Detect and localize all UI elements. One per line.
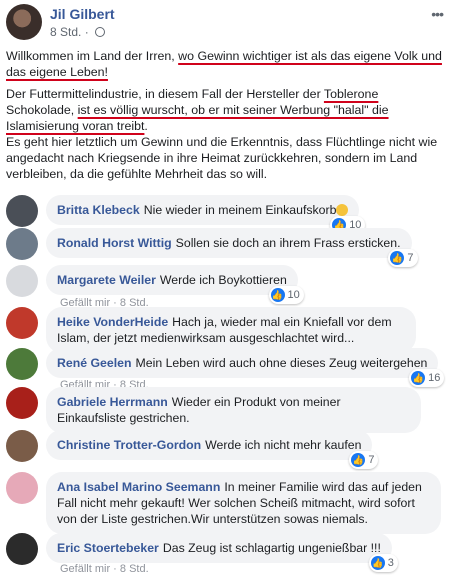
post-time[interactable]: 8 Std. xyxy=(50,25,81,39)
avatar[interactable] xyxy=(6,195,38,227)
thumbs-up-icon: 👍 xyxy=(390,251,405,265)
comment-bubble: Heike VonderHeide Hach ja, wieder mal ein… xyxy=(46,307,416,353)
post-paragraph-1: Willkommen im Land der Irren, wo Gewinn … xyxy=(6,49,442,79)
comment-bubble: Ana Isabel Marino Seemann In meiner Famil… xyxy=(46,472,441,534)
post-body: Willkommen im Land der Irren, wo Gewinn … xyxy=(6,48,446,182)
comment-text: Nie wieder in meinem Einkaufskorb xyxy=(143,203,337,217)
comment-author[interactable]: Ronald Horst Wittig xyxy=(57,236,172,250)
comment-text: Das Zeug ist schlagartig ungenießbar !!! xyxy=(162,541,381,555)
comment-bubble: Gabriele Herrmann Wieder ein Produkt von … xyxy=(46,387,421,433)
comment-author[interactable]: Britta Klebeck xyxy=(57,203,140,217)
avatar[interactable] xyxy=(6,533,38,565)
avatar[interactable] xyxy=(6,307,38,339)
comment-text: Werde ich nicht mehr kaufen xyxy=(205,438,362,452)
comment-bubble: Britta Klebeck Nie wieder in meinem Einka… xyxy=(46,195,366,234)
thumbs-up-icon: 👍 xyxy=(370,556,385,570)
comment-author[interactable]: Christine Trotter-Gordon xyxy=(57,438,201,452)
author-avatar[interactable] xyxy=(6,4,42,40)
reaction-count[interactable]: 👍 3 xyxy=(368,554,398,572)
thumbs-up-icon: 👍 xyxy=(411,371,426,385)
post-author[interactable]: Jil Gilbert xyxy=(50,6,115,22)
comment-author[interactable]: Eric Stoertebeker xyxy=(57,541,159,555)
comment-author[interactable]: Gabriele Herrmann xyxy=(57,395,168,409)
thumbs-up-icon: 👍 xyxy=(351,453,366,467)
avatar[interactable] xyxy=(6,265,38,297)
more-icon[interactable]: ••• xyxy=(431,6,444,22)
underlined-text: Toblerone xyxy=(323,87,379,101)
comment-bubble: René Geelen Mein Leben wird auch ohne die… xyxy=(46,348,445,387)
comment-author[interactable]: Heike VonderHeide xyxy=(57,315,168,329)
post-header: Jil Gilbert 8 Std. · ••• xyxy=(6,4,447,44)
post-paragraph-2: Der Futtermittelindustrie, in diesem Fal… xyxy=(6,87,389,133)
comment-text: Sollen sie doch an ihrem Frass ersticken… xyxy=(175,236,401,250)
comment-bubble: Ronald Horst Wittig Sollen sie doch an ih… xyxy=(46,228,418,267)
comment-author[interactable]: René Geelen xyxy=(57,356,132,370)
comment-author[interactable]: Ana Isabel Marino Seemann xyxy=(57,480,220,494)
avatar[interactable] xyxy=(6,348,38,380)
comment-bubble: Margarete Weiler Werde ich Boykottieren 👍… xyxy=(46,265,304,304)
comment-bubble: Christine Trotter-Gordon Werde ich nicht … xyxy=(46,430,379,469)
reaction-count[interactable]: 👍 7 xyxy=(349,451,379,469)
avatar[interactable] xyxy=(6,387,38,419)
emoji-icon xyxy=(336,204,349,216)
post-paragraph-3: Es geht hier letztlich um Gewinn und die… xyxy=(6,135,438,181)
comment-author[interactable]: Margarete Weiler xyxy=(57,273,156,287)
avatar[interactable] xyxy=(6,472,38,504)
comment-text: Werde ich Boykottieren xyxy=(159,273,287,287)
reaction-count[interactable]: 👍 16 xyxy=(409,369,445,387)
avatar[interactable] xyxy=(6,430,38,462)
thumbs-up-icon: 👍 xyxy=(270,288,285,302)
comment-text: Mein Leben wird auch ohne dieses Zeug we… xyxy=(135,356,428,370)
post-meta: 8 Std. · xyxy=(50,25,106,39)
comment-bubble: Eric Stoertebeker Das Zeug ist schlagarti… xyxy=(46,533,398,572)
comment-meta[interactable]: Gefällt mir · 8 Std. xyxy=(60,563,149,575)
reaction-count[interactable]: 👍 10 xyxy=(268,286,304,304)
avatar[interactable] xyxy=(6,228,38,260)
globe-icon xyxy=(95,27,106,37)
reaction-count[interactable]: 👍 7 xyxy=(388,249,418,267)
